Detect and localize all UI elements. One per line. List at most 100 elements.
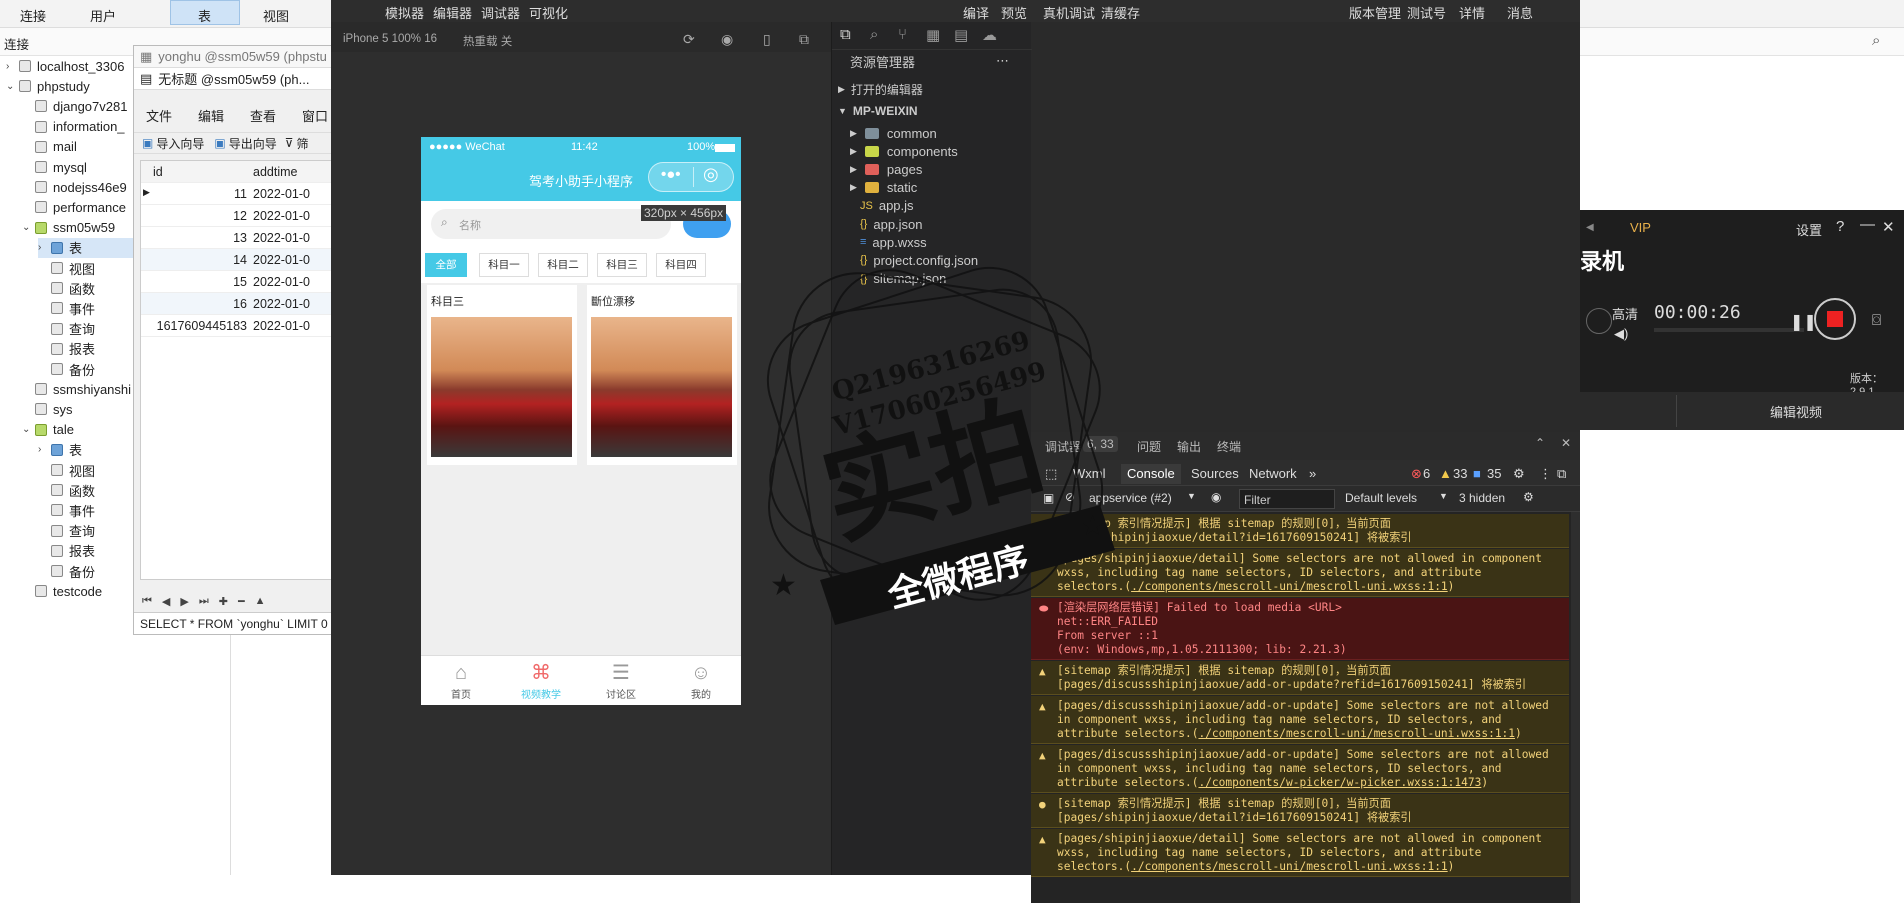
cell-addtime[interactable]: 2022-01-0 bbox=[253, 187, 310, 201]
tree-item[interactable]: ⌄ phpstudy bbox=[6, 76, 133, 96]
vip-badge[interactable]: VIP bbox=[1630, 220, 1651, 235]
clear-cache-button[interactable]: 清缓存 bbox=[1101, 3, 1140, 22]
tab-console[interactable]: Console bbox=[1121, 464, 1181, 484]
menu-debugger[interactable]: 调试器 bbox=[481, 3, 520, 22]
section-open-editors[interactable]: ▶ 打开的编辑器 bbox=[838, 78, 923, 100]
close-miniapp-icon[interactable]: ◎ bbox=[703, 164, 719, 185]
chevron-down-icon[interactable]: ⌄ bbox=[22, 424, 32, 435]
context-select[interactable]: appservice (#2) bbox=[1089, 491, 1172, 505]
camera-icon[interactable]: ⌼ bbox=[1872, 312, 1881, 329]
next-record-icon[interactable]: ▶ bbox=[180, 595, 188, 608]
version-mgmt-button[interactable]: 版本管理 bbox=[1349, 3, 1401, 22]
gear-icon[interactable]: ⚙ bbox=[1513, 466, 1525, 482]
win-menu-file[interactable]: 文件 bbox=[146, 106, 172, 125]
preview-button[interactable]: 预览 bbox=[1001, 3, 1027, 22]
tabbar-video[interactable]: ⌘ 视频教学 bbox=[501, 660, 581, 701]
table-row[interactable]: 1617609445183 2022-01-0 bbox=[141, 315, 337, 337]
tabbar-discuss[interactable]: ☰ 讨论区 bbox=[581, 660, 661, 701]
extensions-icon[interactable]: ▦ bbox=[926, 26, 940, 44]
tree-item[interactable]: nodejss46e9 bbox=[22, 177, 133, 197]
cell-id[interactable]: 14 bbox=[233, 253, 247, 267]
tree-item[interactable]: 视图 bbox=[38, 258, 133, 278]
phone-icon[interactable]: ▯ bbox=[763, 31, 771, 48]
delete-record-icon[interactable]: ━ bbox=[238, 595, 245, 608]
messages-button[interactable]: 消息 bbox=[1507, 3, 1533, 22]
tree-item[interactable]: 备份 bbox=[38, 359, 133, 379]
console-message[interactable]: ▲ [pages/discussshipinjiaoxue/add-or-upda… bbox=[1031, 745, 1569, 793]
chevron-up-icon[interactable]: ⌃ bbox=[1535, 436, 1545, 450]
kebab-icon[interactable]: ⋮ bbox=[1539, 466, 1552, 482]
tree-item[interactable]: information_ bbox=[22, 117, 133, 137]
tree-item[interactable]: › 表 bbox=[38, 440, 133, 460]
cell-addtime[interactable]: 2022-01-0 bbox=[253, 275, 310, 289]
menu-visual[interactable]: 可视化 bbox=[529, 3, 568, 22]
apply-icon[interactable]: ▲ bbox=[255, 595, 266, 607]
help-icon[interactable]: ? bbox=[1836, 218, 1844, 235]
console-message[interactable]: ▲ [pages/shipinjiaoxue/detail] Some selec… bbox=[1031, 549, 1569, 597]
search-icon[interactable]: ⌕ bbox=[870, 26, 878, 43]
cell-id[interactable]: 11 bbox=[234, 187, 247, 201]
record-icon[interactable]: ◉ bbox=[721, 31, 733, 48]
tree-item[interactable]: 报表 bbox=[38, 541, 133, 561]
tree-item[interactable]: 视图 bbox=[38, 460, 133, 480]
device-select[interactable]: iPhone 5 100% 16 bbox=[343, 33, 437, 45]
compile-button[interactable]: 编译 bbox=[963, 3, 989, 22]
inspect-icon[interactable]: ⬚ bbox=[1045, 466, 1057, 482]
cell-addtime[interactable]: 2022-01-0 bbox=[253, 297, 310, 311]
details-button[interactable]: 详情 bbox=[1459, 3, 1485, 22]
tree-item[interactable]: ⌄ tale bbox=[22, 420, 133, 440]
last-record-icon[interactable]: ⏭ bbox=[199, 595, 209, 608]
search-input[interactable]: ⌕ 名称 bbox=[431, 209, 671, 239]
close-icon[interactable]: ✕ bbox=[1882, 218, 1895, 236]
add-record-icon[interactable]: ✚ bbox=[219, 595, 228, 608]
pause-icon[interactable]: ❚❚ bbox=[1790, 312, 1817, 332]
console-message[interactable]: ● [sitemap 索引情况提示] 根据 sitemap 的规则[0]，当前页面… bbox=[1031, 794, 1569, 828]
tab-network[interactable]: Network bbox=[1249, 466, 1297, 481]
video-card[interactable]: 斷位漂移 bbox=[587, 285, 737, 465]
tree-item[interactable]: testcode bbox=[22, 581, 133, 601]
filter-input[interactable]: Filter bbox=[1239, 489, 1335, 509]
minimize-icon[interactable]: — bbox=[1860, 216, 1875, 233]
close-icon[interactable]: ✕ bbox=[1561, 436, 1571, 450]
eye-icon[interactable]: ◉ bbox=[1211, 490, 1221, 504]
export-wizard-button[interactable]: 导出向导 bbox=[229, 135, 277, 152]
tree-item[interactable]: 报表 bbox=[38, 339, 133, 359]
tab-wxml[interactable]: Wxml bbox=[1073, 466, 1106, 481]
tab-subject-4[interactable]: 科目四 bbox=[656, 253, 706, 277]
tree-item[interactable]: django7v281 bbox=[22, 96, 133, 116]
source-link[interactable]: ./components/mescroll-uni/mescroll-uni.w… bbox=[1198, 727, 1515, 740]
win-menu-view[interactable]: 查看 bbox=[250, 106, 276, 125]
menu-simulator[interactable]: 模拟器 bbox=[385, 3, 424, 22]
filter-button[interactable]: 筛 bbox=[297, 135, 309, 152]
search-icon[interactable]: ⌕ bbox=[1872, 32, 1880, 49]
mic-icon[interactable] bbox=[1586, 308, 1612, 334]
tab-subject-3[interactable]: 科目三 bbox=[597, 253, 647, 277]
chevron-down-icon[interactable]: ⌄ bbox=[22, 222, 32, 233]
tree-item[interactable]: › 表 bbox=[38, 237, 133, 258]
tab-debugger[interactable]: 调试器 bbox=[1045, 438, 1081, 455]
table-row[interactable]: ▶ 11 2022-01-0 bbox=[141, 183, 337, 205]
console-message[interactable]: ▲ [pages/shipinjiaoxue/detail] Some selec… bbox=[1031, 829, 1569, 877]
settings-button[interactable]: 设置 bbox=[1796, 220, 1822, 239]
tree-item[interactable]: ssmshiyanshi bbox=[22, 379, 133, 399]
files-icon[interactable]: ⧉ bbox=[840, 26, 851, 43]
chevron-right-icon[interactable]: › bbox=[38, 242, 48, 253]
cell-addtime[interactable]: 2022-01-0 bbox=[253, 231, 310, 245]
menu-editor[interactable]: 编辑器 bbox=[433, 3, 472, 22]
col-id[interactable]: id bbox=[153, 165, 163, 179]
tree-item[interactable]: mail bbox=[22, 137, 133, 157]
console-scrollbar[interactable] bbox=[1571, 512, 1580, 903]
tree-item[interactable]: performance bbox=[22, 197, 133, 217]
section-project[interactable]: ▼ MP-WEIXIN bbox=[838, 100, 918, 122]
tree-item[interactable]: 事件 bbox=[38, 298, 133, 318]
chevron-down-icon[interactable]: ⌄ bbox=[6, 81, 16, 92]
gear-icon[interactable]: ⚙ bbox=[1523, 490, 1534, 504]
win-menu-window[interactable]: 窗口 bbox=[302, 106, 328, 125]
col-addtime[interactable]: addtime bbox=[253, 165, 297, 179]
tabbar-home[interactable]: ⌂ 首页 bbox=[421, 660, 501, 701]
menu-view[interactable]: 视图 bbox=[263, 6, 289, 25]
cell-id[interactable]: 12 bbox=[233, 209, 247, 223]
stop-button[interactable] bbox=[1814, 298, 1856, 340]
first-record-icon[interactable]: ⏮ bbox=[142, 595, 152, 608]
cell-addtime[interactable]: 2022-01-0 bbox=[253, 209, 310, 223]
